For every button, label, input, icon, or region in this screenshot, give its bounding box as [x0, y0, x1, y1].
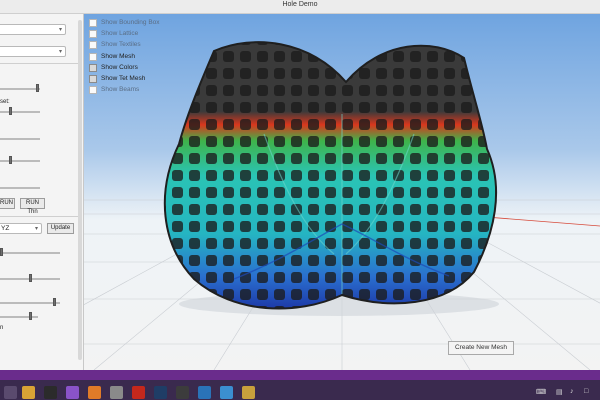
- taskbar: ⌨ ▤ ♪ □: [0, 370, 600, 400]
- slider-1-track[interactable]: [0, 88, 40, 90]
- slider-6-handle[interactable]: [0, 248, 3, 256]
- option-label: Show Colors: [101, 64, 138, 71]
- folder-icon[interactable]: [22, 386, 35, 399]
- option-label: Show Tet Mesh: [101, 75, 146, 82]
- chevron-down-icon: ▾: [58, 49, 62, 55]
- option-label: Show Bounding Box: [101, 19, 160, 26]
- network-icon[interactable]: ▤: [556, 388, 563, 396]
- slider-1-handle[interactable]: [36, 84, 39, 92]
- window-title: Hole Demo: [282, 1, 318, 8]
- slider-7-handle[interactable]: [29, 274, 32, 282]
- visual-studio-icon[interactable]: [66, 386, 79, 399]
- volume-icon[interactable]: ♪: [570, 388, 574, 395]
- lattice-mesh: [163, 41, 498, 310]
- vscode-icon[interactable]: [220, 386, 233, 399]
- slider-9-track[interactable]: [0, 316, 38, 318]
- app-window: Hole Demo ▾ ▾ set: RUN RUN Thn YZ ▾ Upda…: [0, 0, 600, 400]
- create-new-mesh-button[interactable]: Create New Mesh: [448, 341, 514, 355]
- title-bar: Hole Demo: [0, 0, 600, 14]
- chevron-down-icon: ▾: [58, 27, 62, 33]
- illustrator-icon[interactable]: [176, 386, 189, 399]
- blender-icon[interactable]: [88, 386, 101, 399]
- keyboard-icon[interactable]: ⌨: [536, 388, 546, 396]
- acrobat-icon[interactable]: [132, 386, 145, 399]
- run-thn-button[interactable]: RUN Thn: [20, 198, 45, 215]
- chevron-down-icon: ▾: [34, 226, 38, 232]
- panel-scrollbar[interactable]: [78, 20, 82, 360]
- viewport-scene: [84, 41, 600, 370]
- field-label: n: [0, 325, 4, 331]
- start-icon[interactable]: [4, 386, 17, 399]
- dropdown-1[interactable]: ▾: [0, 24, 66, 35]
- option-label: Show Mesh: [101, 53, 135, 60]
- slider-6-track[interactable]: [0, 252, 60, 254]
- slider-9-handle[interactable]: [29, 312, 32, 320]
- slider-2-track[interactable]: [0, 111, 40, 113]
- slider-4-handle[interactable]: [9, 156, 12, 164]
- 3d-viewport[interactable]: Show Bounding Box Show Lattice Show Text…: [84, 14, 600, 370]
- run-button[interactable]: RUN: [0, 198, 15, 209]
- option-label: Show Textiles: [101, 41, 141, 48]
- show-mesh-checkbox[interactable]: [89, 53, 97, 61]
- slider-5-track[interactable]: [0, 187, 40, 189]
- show-beams-checkbox[interactable]: [89, 86, 97, 94]
- github-icon[interactable]: [44, 386, 57, 399]
- slider-8-track[interactable]: [0, 302, 60, 304]
- show-textiles-checkbox[interactable]: [89, 41, 97, 49]
- show-tet-mesh-checkbox[interactable]: [89, 75, 97, 83]
- divider: [0, 216, 78, 217]
- show-bounding-box-checkbox[interactable]: [89, 19, 97, 27]
- option-label: Show Beams: [101, 86, 140, 93]
- update-button[interactable]: Update: [47, 223, 74, 234]
- app-icon[interactable]: [242, 386, 255, 399]
- dropdown-2[interactable]: ▾: [0, 46, 66, 57]
- plane-dropdown[interactable]: YZ ▾: [0, 223, 42, 234]
- slider-2-handle[interactable]: [9, 107, 12, 115]
- taskbar-accent: [0, 370, 600, 380]
- show-lattice-checkbox[interactable]: [89, 30, 97, 38]
- option-label: Show Lattice: [101, 30, 139, 37]
- slider-3-track[interactable]: [0, 138, 40, 140]
- show-colors-checkbox[interactable]: [89, 64, 97, 72]
- slider-4-track[interactable]: [0, 160, 40, 162]
- control-panel: ▾ ▾ set: RUN RUN Thn YZ ▾ Update n: [0, 14, 84, 370]
- notification-icon[interactable]: □: [584, 388, 588, 395]
- field-label: set:: [0, 99, 10, 105]
- photoshop-icon[interactable]: [154, 386, 167, 399]
- divider: [0, 63, 78, 64]
- slider-8-handle[interactable]: [53, 298, 56, 306]
- app-icon[interactable]: [110, 386, 123, 399]
- powershell-icon[interactable]: [198, 386, 211, 399]
